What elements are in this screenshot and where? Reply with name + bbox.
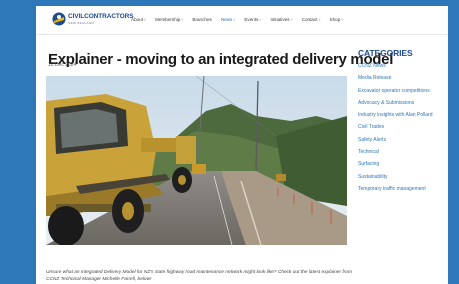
category-link[interactable]: CCNZ News xyxy=(358,63,448,69)
nav-item-shop[interactable]: Shop ˅ xyxy=(330,17,344,22)
nav-item-events[interactable]: Events ˅ xyxy=(244,17,261,22)
chevron-down-icon: ˅ xyxy=(341,17,344,22)
logo-emblem-icon xyxy=(52,12,66,26)
nav-item-contact[interactable]: Contact ˅ xyxy=(302,17,321,22)
nav-item-membership[interactable]: Membership ˅ xyxy=(155,17,183,22)
article-date: 12 Dec 2024 xyxy=(48,62,77,68)
nav-item-label: Branches xyxy=(192,17,212,22)
categories-heading: CATEGORIES xyxy=(358,48,413,58)
nav-item-label: News xyxy=(220,17,233,22)
categories-list: CCNZ News Media Release Excavator operator… xyxy=(358,63,448,192)
logo-subtext: NEW ZEALAND xyxy=(68,21,95,25)
category-link[interactable]: Advocacy & Submissions xyxy=(358,100,448,106)
category-link[interactable]: Excavator operator competitions xyxy=(358,88,448,94)
chevron-down-icon: ˅ xyxy=(290,17,293,22)
nav-item-label: Shop xyxy=(329,17,341,22)
site-logo[interactable]: CIVILCONTRACTORS NEW ZEALAND xyxy=(52,12,134,28)
top-navigation: CIVILCONTRACTORS NEW ZEALAND About ˅ Membe… xyxy=(36,6,448,35)
category-link[interactable]: Sustainability xyxy=(358,174,448,180)
category-link[interactable]: Industry insights with Alan Pollard xyxy=(358,112,448,118)
nav-item-label: About xyxy=(131,17,144,22)
nav-item-news[interactable]: News ˅ xyxy=(221,17,236,22)
page: CIVILCONTRACTORS NEW ZEALAND About ˅ Membe… xyxy=(36,6,448,284)
chevron-down-icon: ˅ xyxy=(181,17,184,22)
main-menu: About ˅ Membership ˅ Branches News ˅ Events ˅ Ini… xyxy=(131,17,343,22)
chevron-down-icon: ˅ xyxy=(233,17,236,22)
chevron-down-icon: ˅ xyxy=(144,17,147,22)
nav-item-initiatives[interactable]: Initiatives ˅ xyxy=(270,17,292,22)
hero-image xyxy=(46,76,347,245)
category-link[interactable]: Temporary traffic management xyxy=(358,186,448,192)
category-link[interactable]: Technical xyxy=(358,149,448,155)
nav-item-label: Initiatives xyxy=(270,17,290,22)
category-link[interactable]: Civil Trades xyxy=(358,124,448,130)
nav-item-label: Membership xyxy=(155,17,181,22)
nav-item-branches[interactable]: Branches xyxy=(192,17,211,22)
category-link[interactable]: Surfacing xyxy=(358,161,448,167)
category-link[interactable]: Media Release xyxy=(358,75,448,81)
nav-item-label: Contact xyxy=(301,17,318,22)
nav-item-label: Events xyxy=(244,17,259,22)
nav-item-about[interactable]: About ˅ xyxy=(131,17,146,22)
road-construction-photo xyxy=(46,76,347,245)
chevron-down-icon: ˅ xyxy=(259,17,262,22)
article-title: Explainer - moving to an integrated deli… xyxy=(48,51,394,69)
chevron-down-icon: ˅ xyxy=(318,17,321,22)
category-link[interactable]: Safety Alerts xyxy=(358,137,448,143)
article-intro: Unsure what an Integrated Delivery Model… xyxy=(46,269,352,282)
categories-sidebar: CATEGORIES CCNZ News Media Release Excavat… xyxy=(358,48,448,198)
logo-text: CIVILCONTRACTORS xyxy=(68,13,134,20)
